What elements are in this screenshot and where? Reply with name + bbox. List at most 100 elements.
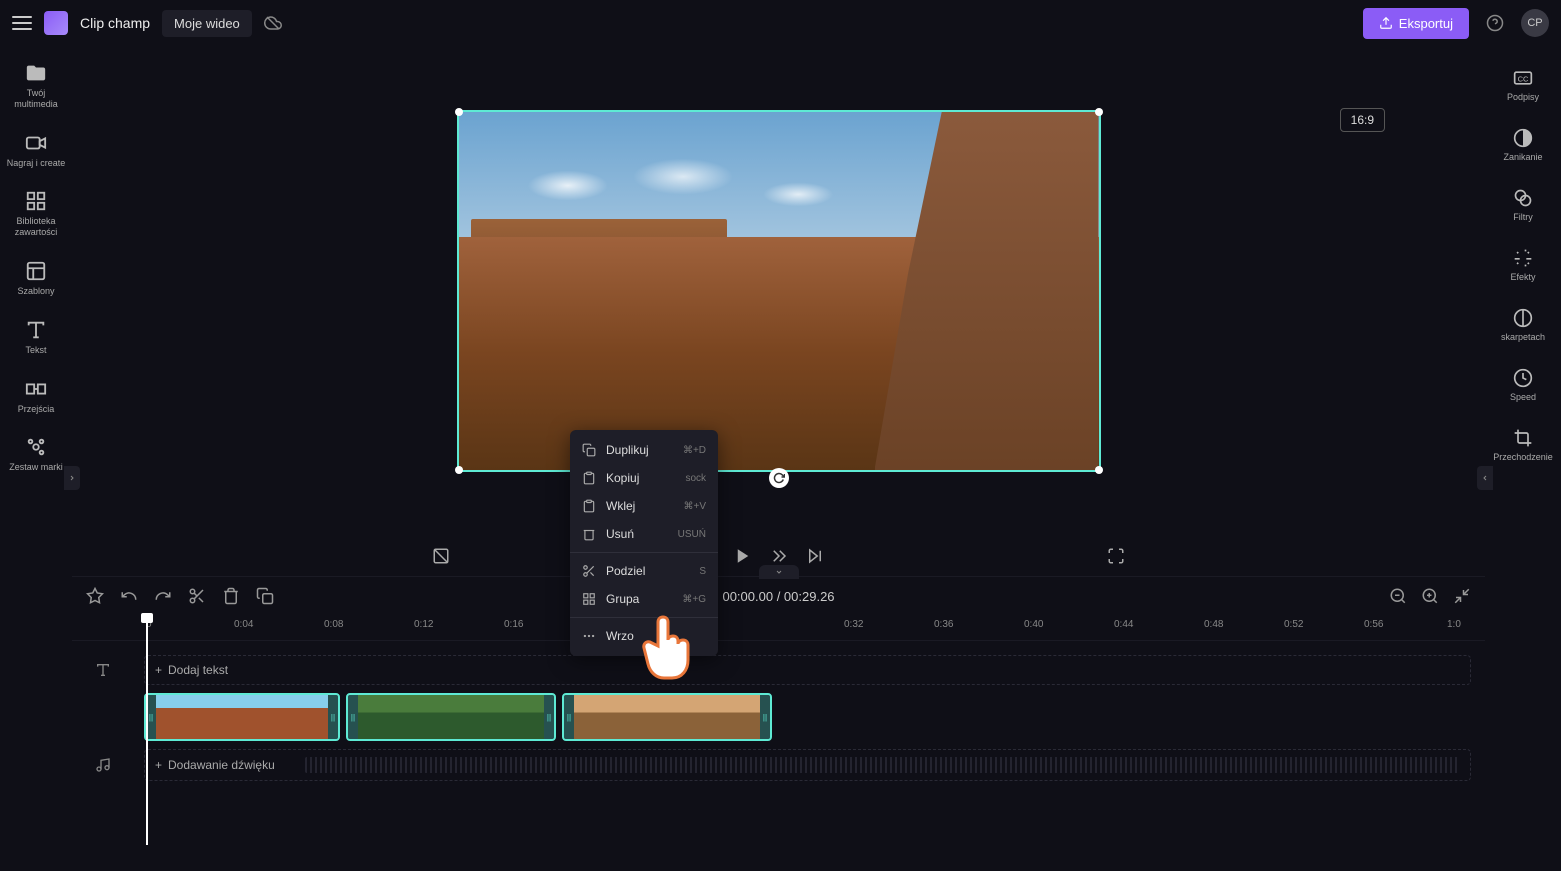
text-track-placeholder[interactable]: +Dodaj tekst	[144, 655, 1471, 685]
sidebar-item-library[interactable]: Biblioteka zawartości	[0, 182, 72, 246]
clip-trim-right[interactable]: ||	[760, 695, 770, 739]
context-menu: Duplikuj ⌘+D Kopiuj sock Wklej ⌘+V Usuń …	[570, 430, 718, 656]
ruler-tick: 0:12	[414, 619, 433, 630]
sidebar-item-transitions[interactable]: Przejścia	[0, 370, 72, 423]
copy-icon	[582, 471, 596, 485]
hamburger-menu-icon[interactable]	[12, 16, 32, 30]
group-icon	[582, 592, 596, 606]
aspect-ratio-selector[interactable]: 16:9	[1340, 108, 1385, 132]
skip-forward-icon[interactable]	[770, 547, 788, 565]
more-icon	[582, 629, 596, 643]
copy-tool-icon[interactable]	[256, 587, 274, 605]
clip-trim-left[interactable]: ||	[348, 695, 358, 739]
text-icon	[25, 319, 47, 341]
timeline-collapse-icon[interactable]	[759, 565, 799, 579]
rsb-item-captions[interactable]: CC Podpisy	[1503, 60, 1543, 110]
adjust-icon	[1513, 308, 1533, 328]
next-frame-icon[interactable]	[806, 547, 824, 565]
playhead[interactable]	[146, 615, 148, 845]
ruler-tick: 0:40	[1024, 619, 1043, 630]
undo-icon[interactable]	[120, 587, 138, 605]
zoom-fit-icon[interactable]	[1453, 587, 1471, 605]
right-sidebar: CC Podpisy Zanikanie Filtry Efekty skarp…	[1485, 46, 1561, 871]
camera-icon	[25, 132, 47, 154]
zoom-in-icon[interactable]	[1421, 587, 1439, 605]
rsb-item-fade[interactable]: Zanikanie	[1499, 120, 1546, 170]
resize-handle-br[interactable]	[1095, 466, 1103, 474]
fade-icon	[1513, 128, 1533, 148]
sidebar-item-text[interactable]: Tekst	[0, 311, 72, 364]
timeline-ruler[interactable]: 0 0:04 0:08 0:12 0:16 0:20 0:32 0:36 0:4…	[72, 615, 1485, 641]
duplicate-icon	[582, 443, 596, 457]
ruler-tick: 0:44	[1114, 619, 1133, 630]
ruler-tick: 0:32	[844, 619, 863, 630]
right-sidebar-expand-icon[interactable]	[1477, 466, 1493, 490]
ctx-group[interactable]: Grupa ⌘+G	[570, 585, 718, 613]
rsb-item-filters[interactable]: Filtry	[1509, 180, 1537, 230]
resize-handle-tr[interactable]	[1095, 108, 1103, 116]
ruler-tick: 0:08	[324, 619, 343, 630]
scissors-icon	[582, 564, 596, 578]
ctx-split[interactable]: Podziel S	[570, 557, 718, 585]
sidebar-item-templates[interactable]: Szablony	[0, 252, 72, 305]
auto-enhance-icon[interactable]	[86, 587, 104, 605]
ruler-tick: 0:36	[934, 619, 953, 630]
brand-icon	[25, 436, 47, 458]
rsb-item-effects[interactable]: Efekty	[1506, 240, 1539, 290]
filters-icon	[1513, 188, 1533, 208]
ctx-copy[interactable]: Kopiuj sock	[570, 464, 718, 492]
audio-track-icon	[95, 757, 111, 773]
resize-handle-bl[interactable]	[455, 466, 463, 474]
sidebar-item-brand[interactable]: Zestaw marki	[0, 428, 72, 481]
sidebar-item-record[interactable]: Nagraj i create	[0, 124, 72, 177]
clip-trim-right[interactable]: ||	[328, 695, 338, 739]
resize-handle-tl[interactable]	[455, 108, 463, 116]
timeline-clip-1[interactable]: || ||	[144, 693, 340, 741]
ctx-more[interactable]: Wrzo	[570, 622, 718, 650]
ctx-duplicate[interactable]: Duplikuj ⌘+D	[570, 436, 718, 464]
help-icon[interactable]	[1481, 9, 1509, 37]
clip-trim-left[interactable]: ||	[564, 695, 574, 739]
play-button-icon[interactable]	[734, 547, 752, 565]
rotate-handle-icon[interactable]	[769, 468, 789, 488]
rsb-item-speed[interactable]: Speed	[1506, 360, 1540, 410]
templates-icon	[25, 260, 47, 282]
ruler-tick: 0:56	[1364, 619, 1383, 630]
split-icon[interactable]	[188, 587, 206, 605]
app-name: Clip champ	[80, 15, 150, 31]
timeline-clip-3[interactable]: || ||	[562, 693, 772, 741]
app-logo-icon	[44, 11, 68, 35]
text-track-icon	[95, 662, 111, 678]
effects-icon	[1513, 248, 1533, 268]
user-avatar[interactable]: CP	[1521, 9, 1549, 37]
folder-icon	[25, 62, 47, 84]
ctx-delete[interactable]: Usuń USUŃ	[570, 520, 718, 548]
project-name[interactable]: Moje wideo	[162, 10, 252, 37]
export-button[interactable]: Eksportuj	[1363, 8, 1469, 39]
sidebar-item-media[interactable]: Twój multimedia	[0, 54, 72, 118]
cc-icon: CC	[1513, 68, 1533, 88]
timeline-clip-2[interactable]: || ||	[346, 693, 556, 741]
ruler-tick: 0:52	[1284, 619, 1303, 630]
clip-trim-right[interactable]: ||	[544, 695, 554, 739]
trash-icon	[582, 527, 596, 541]
zoom-out-icon[interactable]	[1389, 587, 1407, 605]
ctx-paste[interactable]: Wklej ⌘+V	[570, 492, 718, 520]
rsb-item-adjust[interactable]: skarpetach	[1497, 300, 1549, 350]
preview-video-frame	[459, 112, 1099, 470]
redo-icon[interactable]	[154, 587, 172, 605]
audio-track-placeholder[interactable]: +Dodawanie dźwięku	[144, 749, 1471, 781]
preview-canvas[interactable]	[457, 110, 1101, 472]
library-icon	[25, 190, 47, 212]
delete-icon[interactable]	[222, 587, 240, 605]
speed-icon	[1513, 368, 1533, 388]
audio-waveform	[305, 757, 1460, 773]
rsb-item-crop[interactable]: Przechodzenie	[1489, 420, 1557, 470]
crop-icon	[1513, 428, 1533, 448]
safe-zone-icon[interactable]	[432, 547, 450, 565]
ruler-tick: 0:48	[1204, 619, 1223, 630]
timeline-time-display: 00:00.00 / 00:29.26	[722, 589, 834, 604]
fullscreen-icon[interactable]	[1107, 547, 1125, 565]
transitions-icon	[25, 378, 47, 400]
cloud-sync-icon	[264, 14, 282, 32]
